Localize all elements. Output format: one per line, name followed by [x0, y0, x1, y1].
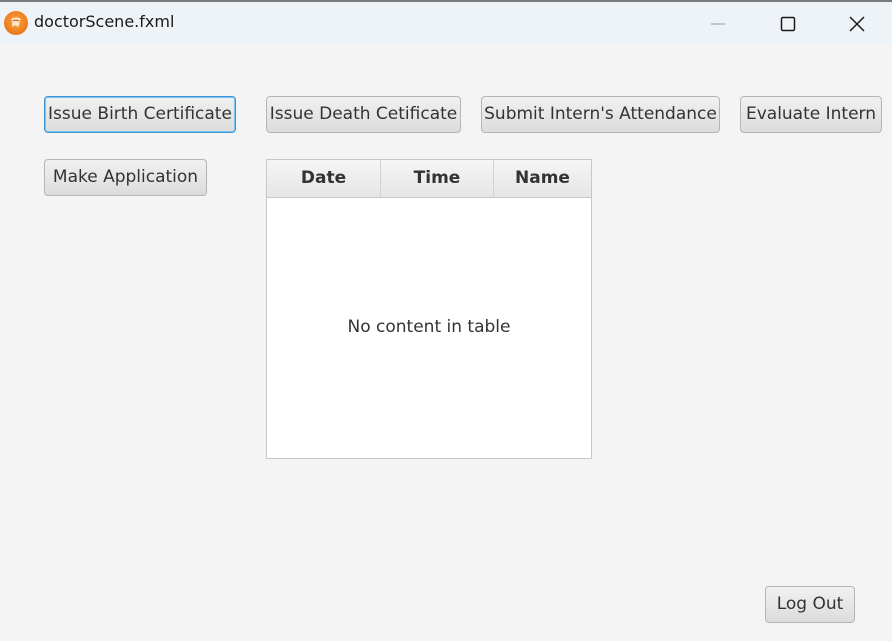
minimize-button[interactable]	[683, 2, 753, 44]
issue-birth-certificate-button[interactable]: Issue Birth Certificate	[44, 96, 236, 133]
maximize-icon	[780, 16, 796, 32]
javafx-icon	[4, 11, 28, 35]
title-bar[interactable]: doctorScene.fxml	[0, 2, 892, 44]
minimize-icon	[711, 23, 725, 25]
close-icon	[849, 16, 865, 32]
column-header-time[interactable]: Time	[381, 160, 494, 197]
evaluate-intern-button[interactable]: Evaluate Intern	[740, 96, 882, 133]
window-title: doctorScene.fxml	[34, 12, 175, 31]
submit-intern-attendance-button[interactable]: Submit Intern's Attendance	[481, 96, 720, 133]
issue-death-certificate-button[interactable]: Issue Death Cetificate	[266, 96, 461, 133]
close-button[interactable]	[822, 2, 892, 44]
table-placeholder: No content in table	[347, 317, 511, 337]
appointments-table[interactable]: Date Time Name No content in table	[266, 159, 592, 459]
column-header-date[interactable]: Date	[267, 160, 381, 197]
table-header: Date Time Name	[267, 160, 591, 198]
make-application-button[interactable]: Make Application	[44, 159, 207, 196]
maximize-button[interactable]	[753, 2, 823, 44]
column-header-name[interactable]: Name	[494, 160, 591, 197]
log-out-button[interactable]: Log Out	[765, 586, 855, 623]
